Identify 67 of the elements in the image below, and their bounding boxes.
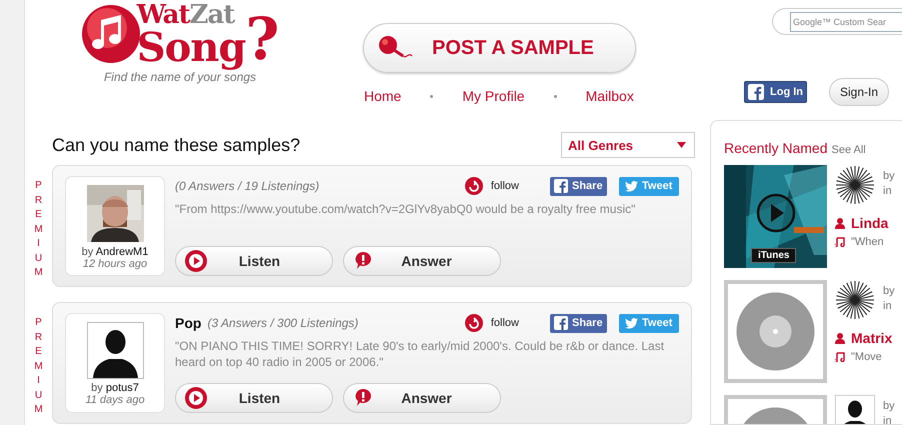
logo-text: Song: [136, 28, 246, 68]
posted-time: 12 hours ago: [82, 258, 148, 270]
facebook-login-button[interactable]: Log In: [744, 81, 807, 103]
in-text: in: [883, 184, 893, 200]
exclamation-bubble-icon: [353, 251, 373, 271]
posted-time: 11 days ago: [85, 394, 145, 406]
starburst-icon: [835, 280, 875, 320]
caret-icon: [677, 142, 686, 148]
follow-link[interactable]: follow: [490, 180, 519, 192]
itunes-label[interactable]: iTunes: [751, 248, 796, 263]
play-icon: [185, 387, 207, 409]
search-field[interactable]: Google™ Custom Sear: [772, 8, 902, 35]
sample-description: "ON PIANO THIS TIME! SORRY! Late 90's to early/mid 2000's. Could be r&b or dance. Last heard on top 40 radio in 2005 or 2006.": [175, 339, 666, 371]
exclamation-bubble-icon: [353, 388, 373, 408]
sidebar-title: Recently Named: [724, 140, 828, 156]
follow-icon[interactable]: [464, 314, 483, 332]
post-sample-button[interactable]: POST A SAMPLE: [363, 23, 636, 73]
play-icon[interactable]: [756, 193, 796, 233]
premium-label: PREMIUM: [34, 316, 43, 417]
person-icon: [835, 218, 845, 228]
answer-button[interactable]: Answer: [343, 383, 501, 413]
artist-name[interactable]: Matrix: [851, 330, 892, 346]
listen-button[interactable]: Listen: [175, 383, 333, 413]
facebook-icon: [554, 179, 568, 193]
listen-button[interactable]: Listen: [175, 246, 333, 276]
follow-icon[interactable]: [464, 177, 483, 195]
bird-icon: [625, 180, 638, 192]
music-note-icon: [835, 237, 845, 247]
user-silhouette-icon: [86, 322, 144, 379]
logo-question-mark: ?: [245, 10, 280, 68]
music-note-icon: [835, 352, 845, 362]
nav-link[interactable]: Home: [364, 88, 402, 104]
premium-label: PREMIUM: [34, 179, 43, 280]
logo-text: Wat: [136, 2, 190, 28]
answer-button[interactable]: Answer: [343, 246, 501, 276]
see-all-link[interactable]: See All: [832, 144, 866, 156]
facebook-icon: [554, 316, 568, 330]
tagline: Find the name of your songs: [104, 70, 256, 84]
artist-name[interactable]: Linda: [851, 215, 888, 231]
facebook-icon: [748, 84, 764, 100]
share-button[interactable]: Share: [550, 314, 607, 332]
genre-text: Pop: [175, 315, 202, 331]
author-text: by potus7: [91, 382, 139, 394]
logo-text: Zat: [189, 2, 234, 28]
stats-text: (3 Answers / 300 Listenings): [207, 316, 358, 330]
page-heading: Can you name these samples?: [52, 134, 300, 156]
nav-link[interactable]: My Profile: [462, 88, 525, 104]
author-text: by AndrewM1: [82, 246, 148, 258]
person-icon: [835, 332, 845, 344]
sample-description: "From https://www.youtube.com/watch?v=2GlYv8yabQ0 would be a royalty free music": [175, 202, 636, 218]
nav-link[interactable]: Mailbox: [586, 88, 634, 104]
in-text: in: [883, 414, 893, 424]
by-text: by: [883, 399, 895, 414]
song-title: "Move: [851, 351, 882, 363]
sign-in-button[interactable]: Sign-In: [829, 78, 889, 106]
song-title: "When: [851, 236, 884, 248]
follow-link[interactable]: follow: [490, 317, 519, 329]
play-icon: [185, 250, 207, 272]
user-silhouette-icon: [835, 395, 875, 424]
in-text: in: [883, 299, 893, 314]
share-button[interactable]: Share: [550, 176, 607, 196]
stats-text: (0 Answers / 19 Listenings): [175, 179, 320, 193]
by-text: by: [883, 284, 895, 299]
genre-select[interactable]: All Genres: [561, 132, 695, 158]
bird-icon: [625, 318, 638, 328]
by-text: by: [883, 169, 895, 184]
starburst-icon: [835, 165, 875, 205]
